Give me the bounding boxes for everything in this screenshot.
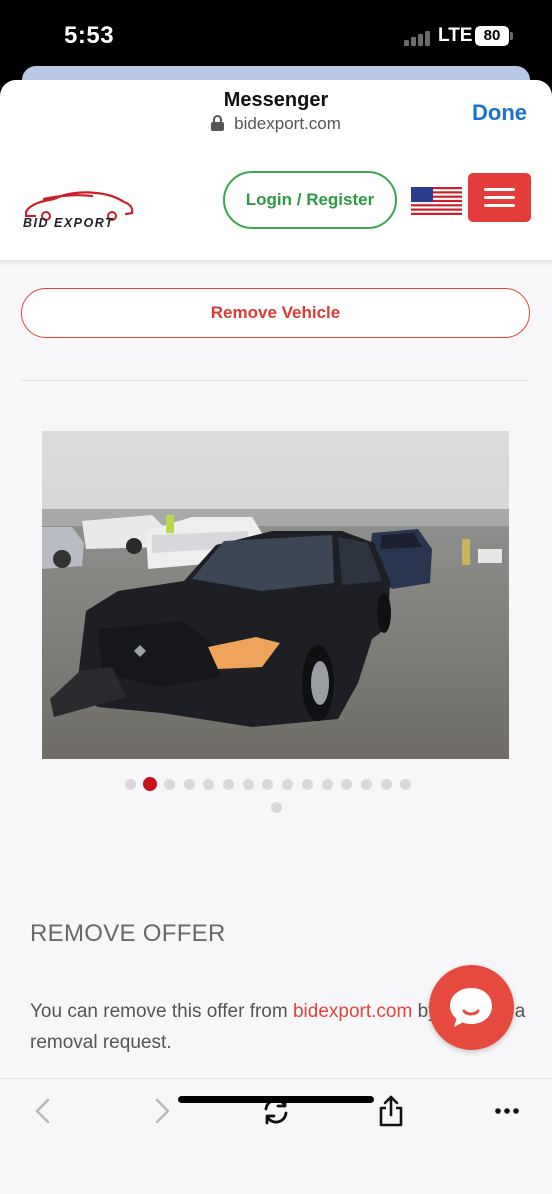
gallery-pagination xyxy=(0,772,552,813)
network-type: LTE xyxy=(438,25,473,46)
divider xyxy=(21,380,530,381)
home-indicator[interactable] xyxy=(178,1096,374,1103)
gallery-dot[interactable] xyxy=(242,778,254,790)
us-flag-icon[interactable] xyxy=(411,187,462,215)
chat-button[interactable] xyxy=(429,965,514,1050)
gallery-dot[interactable] xyxy=(262,778,274,790)
gallery-dot[interactable] xyxy=(142,777,157,791)
hamburger-menu-button[interactable] xyxy=(468,173,531,222)
in-app-browser: Messenger bidexport.com Done BID EXPORT … xyxy=(0,80,552,1194)
site-header: BID EXPORT Login / Register xyxy=(0,160,552,260)
status-time: 5:53 xyxy=(64,22,115,49)
gallery-dot[interactable] xyxy=(301,778,313,790)
gallery-dot[interactable] xyxy=(270,801,282,813)
status-bar: 5:53 LTE 80 xyxy=(0,0,552,70)
gallery-dot[interactable] xyxy=(360,778,372,790)
forward-arrow-icon[interactable] xyxy=(143,1093,179,1129)
gallery-dot[interactable] xyxy=(321,778,333,790)
signal-icon xyxy=(404,30,432,46)
share-icon[interactable] xyxy=(373,1093,409,1129)
url-text: bidexport.com xyxy=(234,114,341,133)
bid-export-logo[interactable]: BID EXPORT xyxy=(20,186,136,230)
browser-title: Messenger xyxy=(223,89,329,111)
remove-offer-heading: REMOVE OFFER xyxy=(30,920,226,947)
gallery-dot[interactable] xyxy=(223,778,234,790)
logo-text: BID EXPORT xyxy=(23,216,114,230)
gallery-dot[interactable] xyxy=(183,778,195,790)
login-register-button[interactable]: Login / Register xyxy=(223,171,397,229)
gallery-dot[interactable] xyxy=(163,778,175,790)
more-icon[interactable] xyxy=(489,1093,525,1129)
browser-url: bidexport.com xyxy=(0,114,552,134)
battery-tip xyxy=(510,32,513,40)
lock-icon xyxy=(211,115,225,131)
remove-vehicle-button[interactable]: Remove Vehicle xyxy=(21,288,530,338)
gallery-dot[interactable] xyxy=(400,778,412,790)
done-button[interactable]: Done xyxy=(472,100,527,126)
page-content: Remove Vehicle REMOVE OFFER You can remo… xyxy=(0,260,552,1078)
gallery-dot[interactable] xyxy=(203,778,215,790)
remove-offer-text-before: You can remove this offer from xyxy=(30,1001,293,1022)
browser-header: Messenger bidexport.com Done xyxy=(0,80,552,160)
battery-icon: 80 xyxy=(475,26,509,46)
gallery-dot[interactable] xyxy=(282,778,294,790)
back-arrow-icon[interactable] xyxy=(26,1093,62,1129)
gallery-dot[interactable] xyxy=(341,778,353,790)
vehicle-photo[interactable] xyxy=(42,431,509,759)
bidexport-link[interactable]: bidexport.com xyxy=(293,1001,412,1022)
gallery-dot[interactable] xyxy=(380,778,392,790)
chat-bubble-icon xyxy=(450,988,492,1027)
gallery-dot[interactable] xyxy=(124,778,136,790)
